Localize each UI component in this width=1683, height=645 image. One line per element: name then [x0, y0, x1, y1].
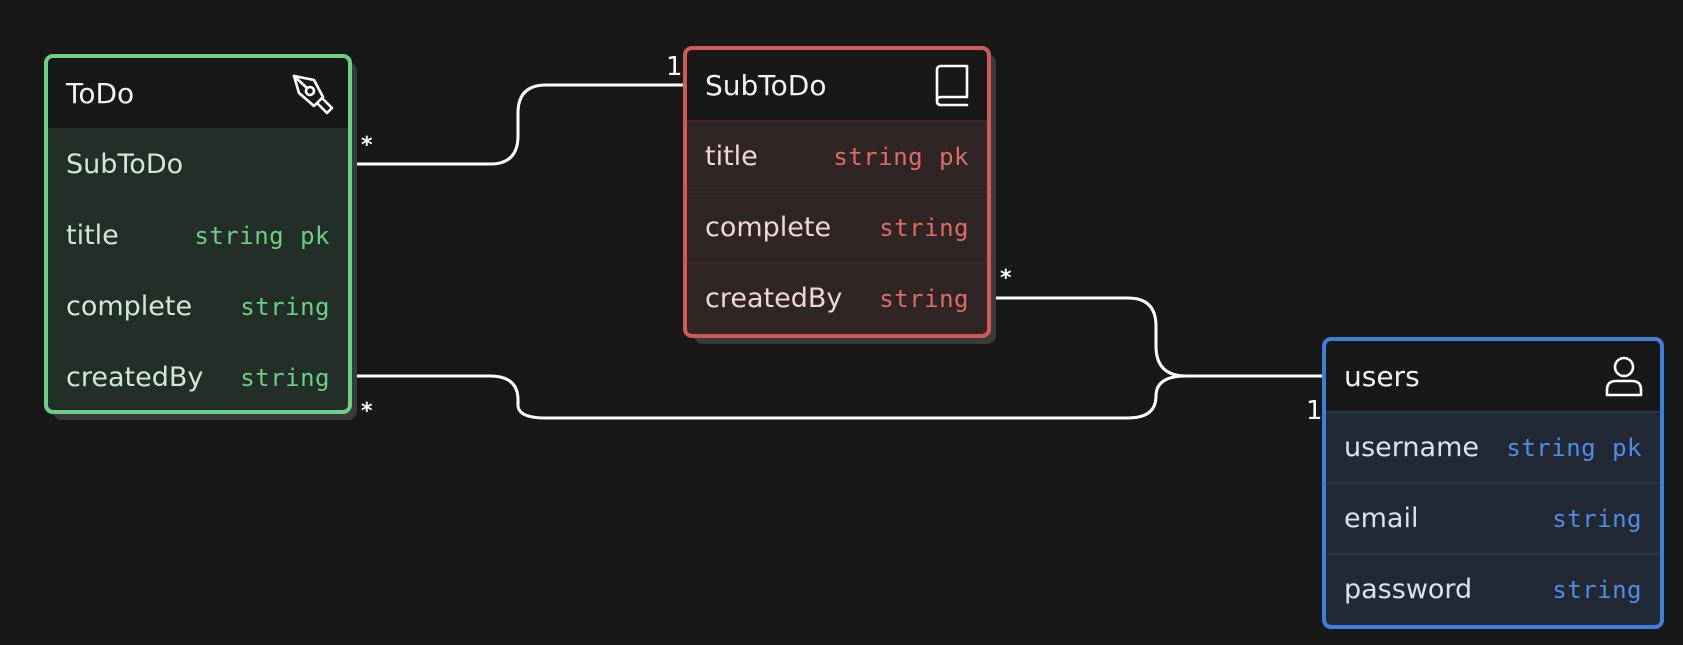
cardinality-subtodo-users-many: * [1000, 266, 1012, 291]
field-type: string [1552, 576, 1642, 604]
field-type-value: string [1506, 433, 1597, 462]
field-name: createdBy [66, 362, 204, 393]
entity-field[interactable]: complete string [48, 270, 348, 341]
entity-header[interactable]: SubToDo [687, 50, 987, 120]
field-name: complete [705, 212, 832, 243]
field-type: string pk [194, 222, 330, 250]
pen-nib-icon [290, 71, 334, 115]
primary-key-badge: pk [1612, 433, 1642, 462]
primary-key-badge: pk [939, 142, 969, 171]
cardinality-subtodo-users-one: 1 [1306, 396, 1323, 426]
entity-subtodo[interactable]: SubToDo title string pk complete string c… [683, 46, 991, 338]
user-icon [1602, 354, 1646, 398]
field-type: string pk [833, 143, 969, 171]
entity-title: users [1344, 359, 1420, 393]
book-icon [929, 63, 973, 107]
field-name: email [1344, 503, 1419, 534]
field-type-value: string [1552, 504, 1642, 533]
field-name: SubToDo [66, 149, 184, 180]
field-type-value: string [194, 221, 285, 250]
field-type: string [879, 285, 969, 313]
entity-field[interactable]: createdBy string [48, 341, 348, 410]
field-type: string [240, 364, 330, 392]
field-type-value: string [833, 142, 924, 171]
link-todo-users [341, 374, 1187, 420]
field-type-value: string [879, 284, 969, 313]
field-name: complete [66, 291, 193, 322]
link-todo-subtodo [341, 83, 695, 166]
entity-todo[interactable]: ToDo SubToDo title string pk complete str… [44, 54, 352, 414]
field-type: string pk [1506, 434, 1642, 462]
entity-field[interactable]: email string [1326, 482, 1660, 553]
entity-field[interactable]: title string pk [687, 120, 987, 191]
diagram-canvas[interactable]: * 1 * 1 * 1 ToDo SubToDo title stringpk [0, 0, 1683, 645]
link-subtodo-users [981, 296, 1330, 378]
primary-key-badge: pk [300, 221, 330, 250]
field-type: string [1552, 505, 1642, 533]
field-name: username [1344, 432, 1479, 463]
entity-field[interactable]: password string [1326, 553, 1660, 624]
entity-field[interactable]: complete string [687, 191, 987, 262]
field-type: string [240, 293, 330, 321]
field-name: title [705, 141, 758, 172]
cardinality-todo-users-many: * [361, 399, 373, 424]
entity-field[interactable]: title string pk [48, 199, 348, 270]
field-type-value: string [240, 363, 330, 392]
entity-title: ToDo [66, 76, 135, 110]
entity-field[interactable]: createdBy string [687, 262, 987, 333]
field-type-value: string [1552, 575, 1642, 604]
cardinality-todo-subtodo-one: 1 [666, 52, 683, 82]
field-type-value: string [879, 213, 969, 242]
entity-users[interactable]: users username string pk email string pas… [1322, 337, 1664, 629]
entity-header[interactable]: users [1326, 341, 1660, 411]
field-type-value: string [240, 292, 330, 321]
entity-field[interactable]: username string pk [1326, 411, 1660, 482]
field-name: title [66, 220, 119, 251]
entity-field[interactable]: SubToDo [48, 128, 348, 199]
entity-header[interactable]: ToDo [48, 58, 348, 128]
entity-title: SubToDo [705, 68, 827, 102]
field-type: string [879, 214, 969, 242]
field-name: createdBy [705, 283, 843, 314]
field-name: password [1344, 574, 1473, 605]
cardinality-todo-subtodo-many: * [361, 133, 373, 158]
